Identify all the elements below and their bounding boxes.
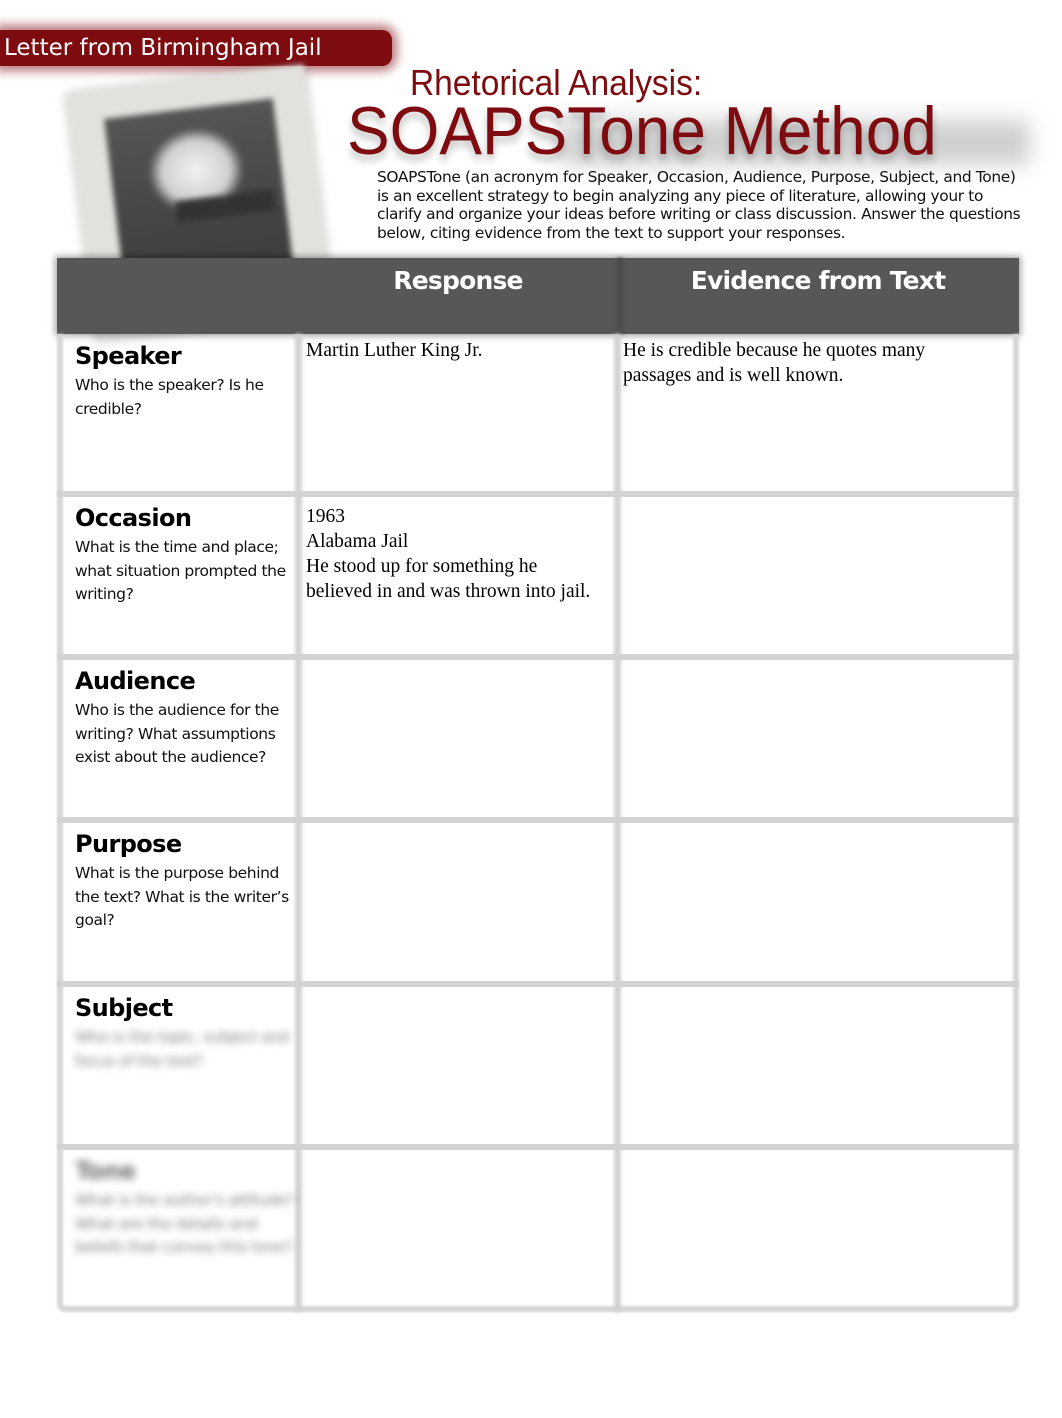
response-cell[interactable]: 1963 Alabama Jail He stood up for someth… (306, 504, 606, 604)
row-question-blurred: What is the author's attitude? What are … (75, 1191, 295, 1256)
table-row-purpose: Purpose What is the purpose behind the t… (57, 817, 1019, 981)
row-label: Purpose What is the purpose behind the t… (75, 829, 295, 933)
row-title: Occasion (75, 504, 192, 532)
response-cell[interactable]: Martin Luther King Jr. (306, 338, 606, 363)
row-question-blurred: Who is the topic, subject and focus of t… (75, 1028, 289, 1070)
row-question: What is the purpose behind the text? Wha… (75, 864, 289, 929)
table-header: Response Evidence from Text (57, 258, 1019, 334)
banner-title: Letter from Birmingham Jail (4, 35, 322, 61)
row-label: Subject Who is the topic, subject and fo… (75, 993, 295, 1073)
evidence-cell[interactable]: He is credible because he quotes many pa… (623, 338, 993, 388)
table-row-subject: Subject Who is the topic, subject and fo… (57, 981, 1019, 1144)
row-question: Who is the audience for the writing? Wha… (75, 701, 279, 766)
row-label: Occasion What is the time and place; wha… (75, 503, 295, 607)
table-row-audience: Audience Who is the audience for the wri… (57, 654, 1019, 817)
row-label: Audience Who is the audience for the wri… (75, 666, 295, 770)
row-label: Tone What is the author's attitude? What… (75, 1156, 295, 1260)
intro-paragraph: SOAPSTone (an acronym for Speaker, Occas… (377, 168, 1021, 242)
table-row-tone: Tone What is the author's attitude? What… (57, 1144, 1019, 1312)
table-row-speaker: Speaker Who is the speaker? Is he credib… (57, 335, 1019, 491)
row-question: What is the time and place; what situati… (75, 538, 286, 603)
row-title: Purpose (75, 830, 182, 858)
soapstone-table: Response Evidence from Text Speaker Who … (57, 258, 1019, 1312)
row-label: Speaker Who is the speaker? Is he credib… (75, 341, 295, 421)
row-title: Audience (75, 667, 196, 695)
column-header-response: Response (393, 266, 523, 295)
page-title: SOAPSTone Method (347, 93, 937, 169)
table-row-occasion: Occasion What is the time and place; wha… (57, 491, 1019, 654)
row-title-blurred: Tone (75, 1157, 136, 1185)
row-title: Speaker (75, 342, 182, 370)
document-banner: Letter from Birmingham Jail (0, 30, 392, 66)
column-header-evidence: Evidence from Text (690, 266, 946, 295)
row-question: Who is the speaker? Is he credible? (75, 376, 264, 418)
portrait-glasses (174, 188, 277, 223)
row-title: Subject (75, 994, 173, 1022)
